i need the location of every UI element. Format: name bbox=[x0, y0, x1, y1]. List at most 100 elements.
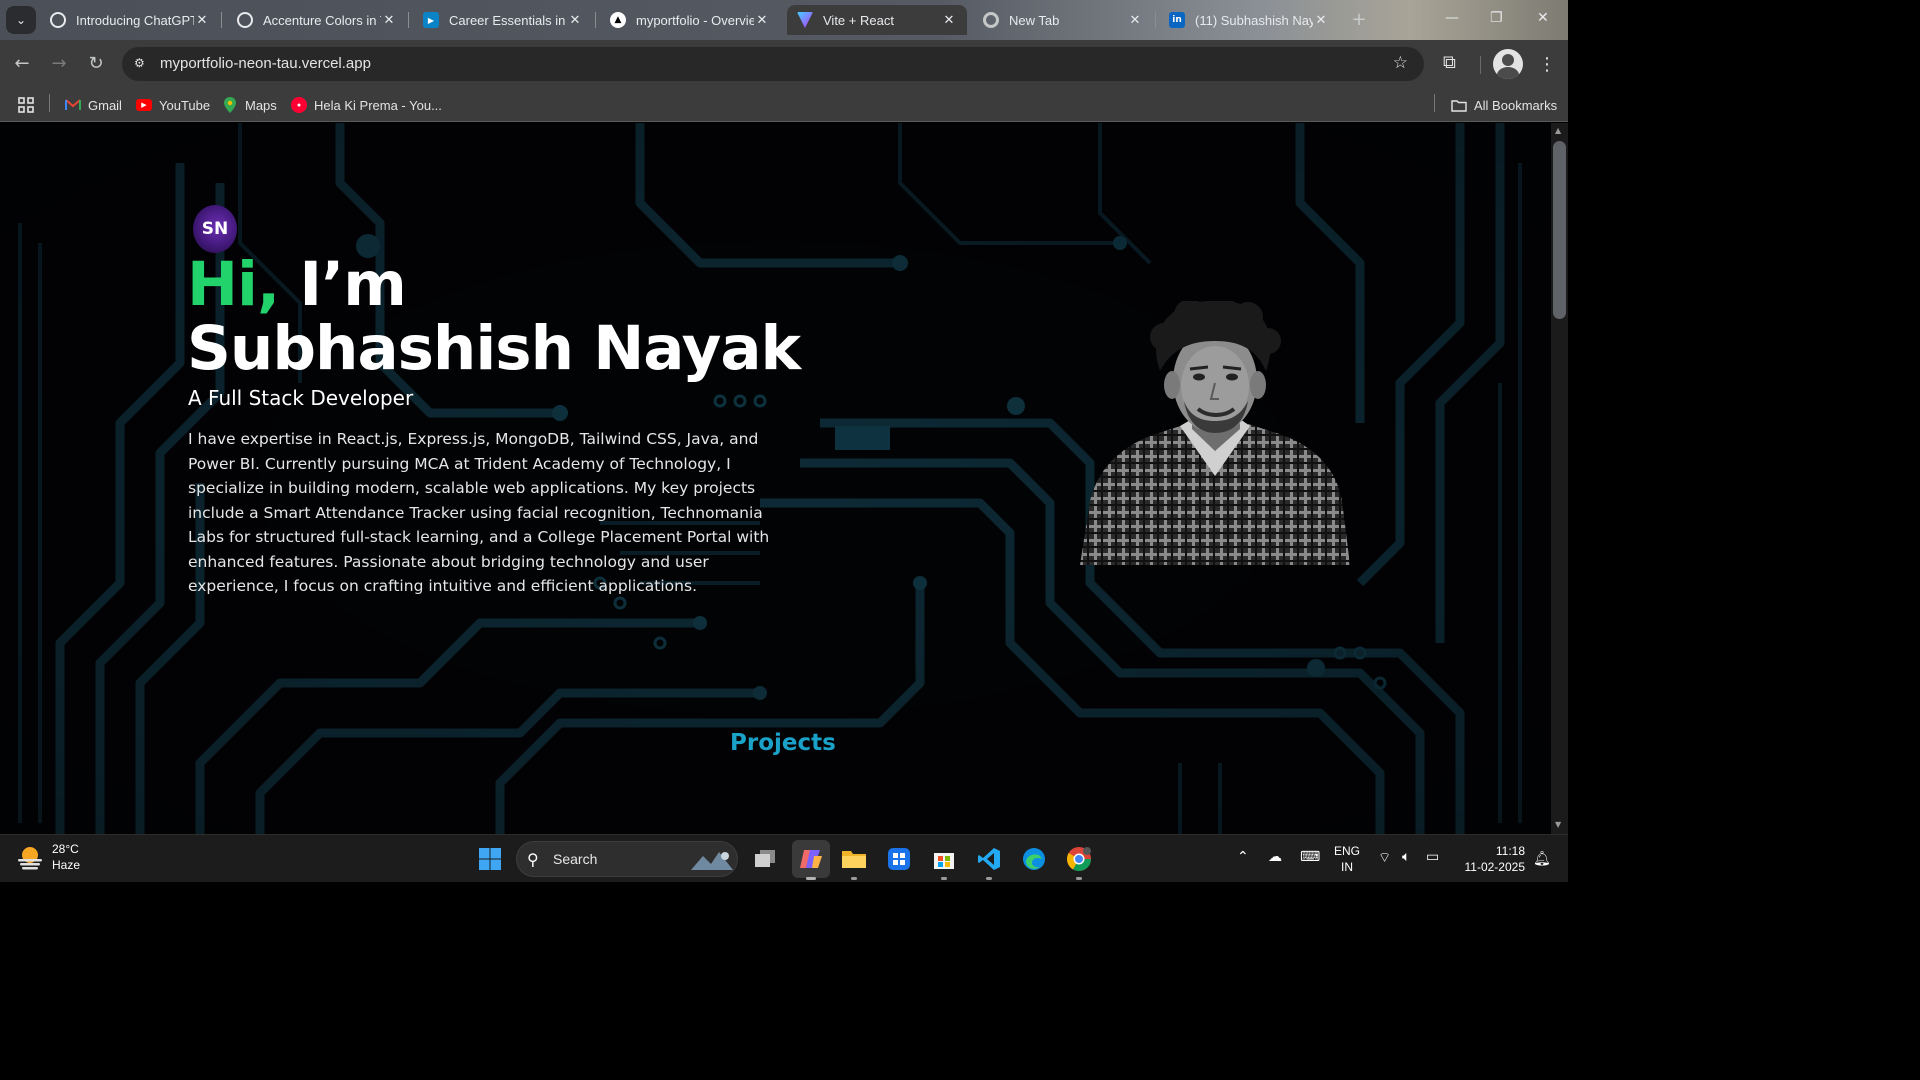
forward-icon[interactable]: → bbox=[47, 52, 71, 76]
kebab-menu-icon[interactable]: ⋮ bbox=[1538, 54, 1556, 75]
tab-accenture[interactable]: Accenture Colors in T ✕ bbox=[227, 5, 407, 35]
tab-chatgpt[interactable]: Introducing ChatGPT ✕ bbox=[40, 5, 220, 35]
new-tab-button[interactable]: + bbox=[1348, 9, 1370, 31]
chrome-icon bbox=[983, 12, 999, 28]
haze-weather-icon bbox=[18, 847, 42, 870]
close-icon[interactable]: ✕ bbox=[754, 13, 770, 28]
weather-desc: Haze bbox=[52, 858, 81, 872]
hero-subtitle: A Full Stack Developer bbox=[188, 386, 414, 410]
tab-vite-react[interactable]: Vite + React ✕ bbox=[787, 5, 967, 35]
projects-heading: Projects bbox=[730, 730, 836, 756]
bookmark-hela-ki-prema[interactable]: ● Hela Ki Prema - You... bbox=[291, 95, 442, 115]
bookmark-gmail[interactable]: Gmail bbox=[65, 95, 122, 115]
scroll-down-icon[interactable]: ▼ bbox=[1555, 820, 1561, 829]
language-indicator[interactable]: ENG IN bbox=[1334, 843, 1360, 875]
system-clock[interactable]: 11:18 11-02-2025 bbox=[1457, 843, 1526, 875]
keyboard-icon[interactable]: ⌨ bbox=[1300, 849, 1320, 865]
profile-avatar[interactable] bbox=[1493, 49, 1523, 79]
url-text[interactable]: myportfolio-neon-tau.vercel.app bbox=[160, 55, 371, 72]
tab-search-button[interactable]: ⌄ bbox=[6, 6, 36, 34]
minimize-icon[interactable]: — bbox=[1445, 10, 1459, 26]
cloud-offline-icon[interactable]: ☁ bbox=[1268, 849, 1282, 865]
tab-strip: ⌄ Introducing ChatGPT ✕ Accenture Colors… bbox=[0, 0, 1568, 40]
name-text: I’m Subhashish Nayak bbox=[187, 249, 801, 384]
widgets-app-icon[interactable] bbox=[883, 843, 915, 875]
page-scrollbar[interactable]: ▲ ▼ bbox=[1551, 123, 1568, 834]
portfolio-page: SN Hi, I’m Subhashish Nayak A Full Stack… bbox=[0, 123, 1551, 834]
site-logo[interactable]: SN bbox=[193, 205, 237, 253]
windows-taskbar: 28°C Haze ⚲ Search ⌃ ☁ ⌨ ENG IN ⌔ 🔈︎ ▭ 1… bbox=[0, 834, 1568, 882]
bookmark-maps[interactable]: Maps bbox=[222, 95, 277, 115]
close-icon[interactable]: ✕ bbox=[194, 13, 210, 28]
toolbar-separator bbox=[1480, 56, 1481, 74]
site-settings-icon[interactable]: ⚙ bbox=[134, 56, 150, 72]
hero-heading: Hi, I’m Subhashish Nayak bbox=[187, 253, 807, 381]
openai-icon bbox=[50, 12, 66, 28]
battery-icon[interactable]: ▭ bbox=[1426, 849, 1439, 865]
gmail-icon bbox=[65, 97, 81, 113]
vscode-icon[interactable] bbox=[973, 843, 1005, 875]
wifi-icon[interactable]: ⌔ bbox=[1378, 849, 1391, 867]
music-icon: ● bbox=[291, 97, 307, 113]
tab-linkedin[interactable]: in (11) Subhashish Naya ✕ bbox=[1159, 5, 1339, 35]
tab-myportfolio-overview[interactable]: ▲ myportfolio - Overvie ✕ bbox=[600, 5, 780, 35]
close-icon[interactable]: ✕ bbox=[941, 13, 957, 28]
profile-photo bbox=[1080, 301, 1350, 565]
tab-separator bbox=[408, 12, 409, 28]
tab-new-tab[interactable]: New Tab ✕ bbox=[973, 5, 1153, 35]
bookmarks-bar: Gmail ▶ YouTube Maps ● Hela Ki Prema - Y… bbox=[0, 88, 1568, 122]
bookmark-separator bbox=[1434, 94, 1435, 112]
edge-icon[interactable] bbox=[1018, 843, 1050, 875]
scroll-up-icon[interactable]: ▲ bbox=[1555, 126, 1561, 135]
bookmark-youtube[interactable]: ▶ YouTube bbox=[136, 95, 210, 115]
maps-icon bbox=[222, 97, 238, 113]
hero-bio: I have expertise in React.js, Express.js… bbox=[188, 430, 770, 595]
chevron-down-icon: ⌄ bbox=[15, 13, 27, 27]
all-bookmarks[interactable]: All Bookmarks bbox=[1451, 95, 1557, 115]
browser-toolbar: ← → ↻ ⚙ myportfolio-neon-tau.vercel.app … bbox=[0, 40, 1568, 88]
running-indicator bbox=[1076, 877, 1082, 880]
apps-icon[interactable] bbox=[17, 95, 35, 115]
tab-separator bbox=[1155, 12, 1156, 28]
vercel-icon: ▲ bbox=[610, 12, 626, 28]
weather-widget[interactable]: 28°C Haze bbox=[16, 841, 80, 873]
bookmark-separator bbox=[49, 94, 50, 112]
notification-bell-icon[interactable]: 🔔︎ bbox=[1533, 851, 1551, 867]
tab-career-essentials[interactable]: ▶ Career Essentials in D ✕ bbox=[413, 5, 593, 35]
close-icon[interactable]: ✕ bbox=[1313, 13, 1329, 28]
task-view-icon[interactable] bbox=[749, 843, 781, 875]
close-icon[interactable]: ✕ bbox=[567, 13, 583, 28]
chrome-taskbar-icon[interactable] bbox=[1063, 843, 1095, 875]
copilot-icon[interactable] bbox=[792, 840, 830, 878]
taskbar-search[interactable]: ⚲ Search bbox=[516, 841, 738, 877]
reload-icon[interactable]: ↻ bbox=[84, 52, 108, 76]
tab-separator bbox=[595, 12, 596, 28]
back-icon[interactable]: ← bbox=[10, 52, 34, 76]
file-explorer-icon[interactable] bbox=[838, 843, 870, 875]
address-bar[interactable]: ⚙ myportfolio-neon-tau.vercel.app ☆ bbox=[122, 47, 1424, 81]
video-icon: ▶ bbox=[423, 12, 439, 28]
microsoft-store-icon[interactable] bbox=[928, 843, 960, 875]
running-indicator bbox=[851, 877, 857, 880]
tab-separator bbox=[221, 12, 222, 28]
bookmark-star-icon[interactable]: ☆ bbox=[1393, 53, 1408, 73]
scrollbar-thumb[interactable] bbox=[1553, 141, 1566, 319]
active-app-indicator bbox=[806, 877, 816, 880]
greeting-text: Hi, bbox=[187, 249, 280, 320]
close-icon[interactable]: ✕ bbox=[1127, 13, 1143, 28]
maximize-icon[interactable]: ❐ bbox=[1490, 10, 1503, 26]
linkedin-icon: in bbox=[1169, 12, 1185, 28]
close-icon[interactable]: ✕ bbox=[381, 13, 397, 28]
volume-icon[interactable]: 🔈︎ bbox=[1402, 849, 1410, 865]
search-highlight-icon bbox=[691, 852, 733, 870]
close-window-icon[interactable]: ✕ bbox=[1537, 10, 1549, 26]
folder-icon bbox=[1451, 97, 1467, 113]
windows-start-icon[interactable] bbox=[474, 843, 506, 875]
openai-icon bbox=[237, 12, 253, 28]
show-hidden-icons[interactable]: ⌃ bbox=[1237, 849, 1249, 865]
running-indicator bbox=[941, 877, 947, 880]
running-indicator bbox=[986, 877, 992, 880]
vite-icon bbox=[797, 12, 813, 28]
extensions-icon[interactable]: ⧉ bbox=[1443, 52, 1456, 73]
weather-temp: 28°C bbox=[52, 842, 79, 856]
